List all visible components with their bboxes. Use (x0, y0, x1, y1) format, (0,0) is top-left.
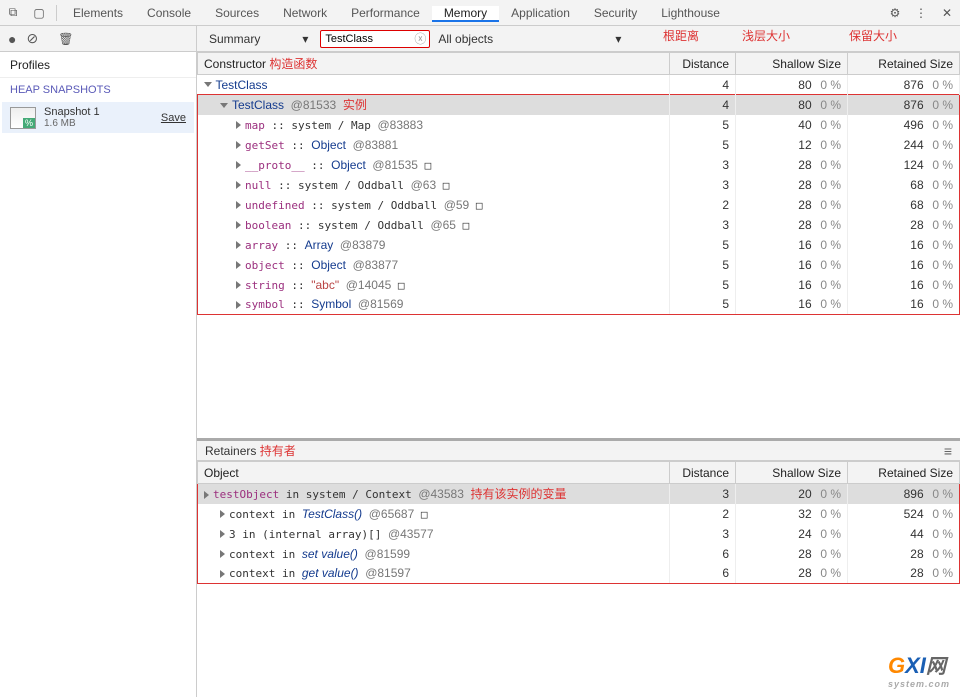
disclosure-triangle-icon[interactable] (220, 510, 225, 518)
tab-console[interactable]: Console (135, 6, 203, 20)
profiles-heading: Profiles (0, 52, 196, 78)
tab-memory[interactable]: Memory (432, 6, 499, 22)
col-retained: Retained Size (848, 53, 960, 75)
annot-retained: 保留大小 (849, 27, 897, 44)
snapshot-item[interactable]: Snapshot 1 1.6 MB Save (2, 102, 194, 133)
disclosure-triangle-icon[interactable] (204, 491, 209, 499)
col-shallow: Shallow Size (736, 462, 848, 484)
table-row[interactable]: __proto__ :: Object @81535 □328 0 %124 0… (198, 155, 960, 175)
profiles-toolbar: ● ⊘ 🗑 (0, 26, 196, 52)
table-row[interactable]: context in TestClass() @65687 □232 0 %52… (198, 504, 960, 524)
table-row[interactable]: boolean :: system / Oddball @65 □328 0 %… (198, 215, 960, 235)
inspect-icon[interactable]: ⧉ (0, 5, 26, 20)
table-row[interactable]: object :: Object @83877516 0 %16 0 % (198, 255, 960, 275)
tab-performance[interactable]: Performance (339, 6, 432, 20)
table-row[interactable]: string :: "abc" @14045 □516 0 %16 0 % (198, 275, 960, 295)
table-row[interactable]: TestClass480 0 %876 0 % (198, 75, 960, 95)
disclosure-triangle-icon[interactable] (220, 550, 225, 558)
annot-distance: 根距离 (663, 27, 699, 44)
col-constructor: Constructor 构造函数 (198, 53, 670, 75)
table-row[interactable]: testObject in system / Context @43583 持有… (198, 484, 960, 504)
tab-lighthouse[interactable]: Lighthouse (649, 6, 732, 20)
table-row[interactable]: 3 in (internal array)[] @43577324 0 %44 … (198, 524, 960, 544)
view-dropdown[interactable]: Summary▾ (203, 32, 314, 46)
chevron-down-icon: ▾ (302, 32, 308, 46)
disclosure-triangle-icon[interactable] (236, 221, 241, 229)
table-row[interactable]: context in set value() @81599628 0 %28 0… (198, 544, 960, 564)
kebab-icon[interactable]: ⋮ (908, 6, 934, 20)
clear-filter-icon[interactable]: ⓧ (414, 30, 426, 47)
device-icon[interactable]: ▢ (26, 6, 52, 20)
retainers-table[interactable]: Object Distance Shallow Size Retained Si… (197, 461, 960, 697)
col-object: Object (198, 462, 670, 484)
disclosure-triangle-icon[interactable] (204, 82, 212, 87)
table-row[interactable]: array :: Array @83879516 0 %16 0 % (198, 235, 960, 255)
disclosure-triangle-icon[interactable] (236, 201, 241, 209)
left-panel: ● ⊘ 🗑 Profiles HEAP SNAPSHOTS Snapshot 1… (0, 26, 197, 697)
tab-network[interactable]: Network (271, 6, 339, 20)
disclosure-triangle-icon[interactable] (220, 530, 225, 538)
disclosure-triangle-icon[interactable] (220, 103, 228, 108)
tab-security[interactable]: Security (582, 6, 649, 20)
disclosure-triangle-icon[interactable] (236, 121, 241, 129)
tab-elements[interactable]: Elements (61, 6, 135, 20)
clear-icon[interactable]: ⊘ (26, 30, 38, 47)
disclosure-triangle-icon[interactable] (236, 181, 241, 189)
gear-icon[interactable]: ≡ (944, 443, 952, 459)
watermark: GXI网 system.com (888, 650, 950, 689)
tab-sources[interactable]: Sources (203, 6, 271, 20)
table-row[interactable]: map :: system / Map @83883540 0 %496 0 % (198, 115, 960, 135)
heap-snapshots-heading: HEAP SNAPSHOTS (0, 78, 196, 102)
snapshot-size: 1.6 MB (44, 118, 161, 129)
col-retained: Retained Size (848, 462, 960, 484)
tab-application[interactable]: Application (499, 6, 582, 20)
record-icon[interactable]: ● (8, 31, 16, 47)
devtools-tabbar: ⧉ ▢ ElementsConsoleSourcesNetworkPerform… (0, 0, 960, 26)
save-link[interactable]: Save (161, 112, 186, 124)
constructors-table[interactable]: Constructor 构造函数 Distance Shallow Size R… (197, 52, 960, 441)
disclosure-triangle-icon[interactable] (236, 281, 241, 289)
annot-shallow: 浅层大小 (742, 27, 790, 44)
col-distance: Distance (670, 462, 736, 484)
table-row[interactable]: TestClass @81533 实例480 0 %876 0 % (198, 95, 960, 115)
disclosure-triangle-icon[interactable] (236, 141, 241, 149)
heap-filterbar: Summary▾ ⓧ All objects▾ 根距离 浅层大小 保留大小 (197, 26, 960, 52)
snapshot-name: Snapshot 1 (44, 106, 161, 118)
table-row[interactable]: symbol :: Symbol @81569516 0 %16 0 % (198, 295, 960, 315)
col-shallow: Shallow Size (736, 53, 848, 75)
disclosure-triangle-icon[interactable] (236, 161, 241, 169)
retainers-header: Retainers 持有者 ≡ (197, 441, 960, 461)
disclosure-triangle-icon[interactable] (236, 241, 241, 249)
chevron-down-icon: ▾ (615, 32, 621, 46)
table-row[interactable]: getSet :: Object @83881512 0 %244 0 % (198, 135, 960, 155)
snapshot-icon (10, 107, 36, 129)
object-filter-dropdown[interactable]: All objects▾ (432, 32, 627, 46)
disclosure-triangle-icon[interactable] (236, 261, 241, 269)
close-icon[interactable]: ✕ (934, 6, 960, 20)
table-row[interactable]: undefined :: system / Oddball @59 □228 0… (198, 195, 960, 215)
table-row[interactable]: context in get value() @81597628 0 %28 0… (198, 564, 960, 584)
disclosure-triangle-icon[interactable] (236, 301, 241, 309)
delete-icon[interactable]: 🗑 (58, 32, 73, 46)
col-distance: Distance (670, 53, 736, 75)
gear-icon[interactable]: ⚙ (882, 6, 908, 20)
disclosure-triangle-icon[interactable] (220, 570, 225, 578)
separator (56, 5, 57, 21)
table-row[interactable]: null :: system / Oddball @63 □328 0 %68 … (198, 175, 960, 195)
